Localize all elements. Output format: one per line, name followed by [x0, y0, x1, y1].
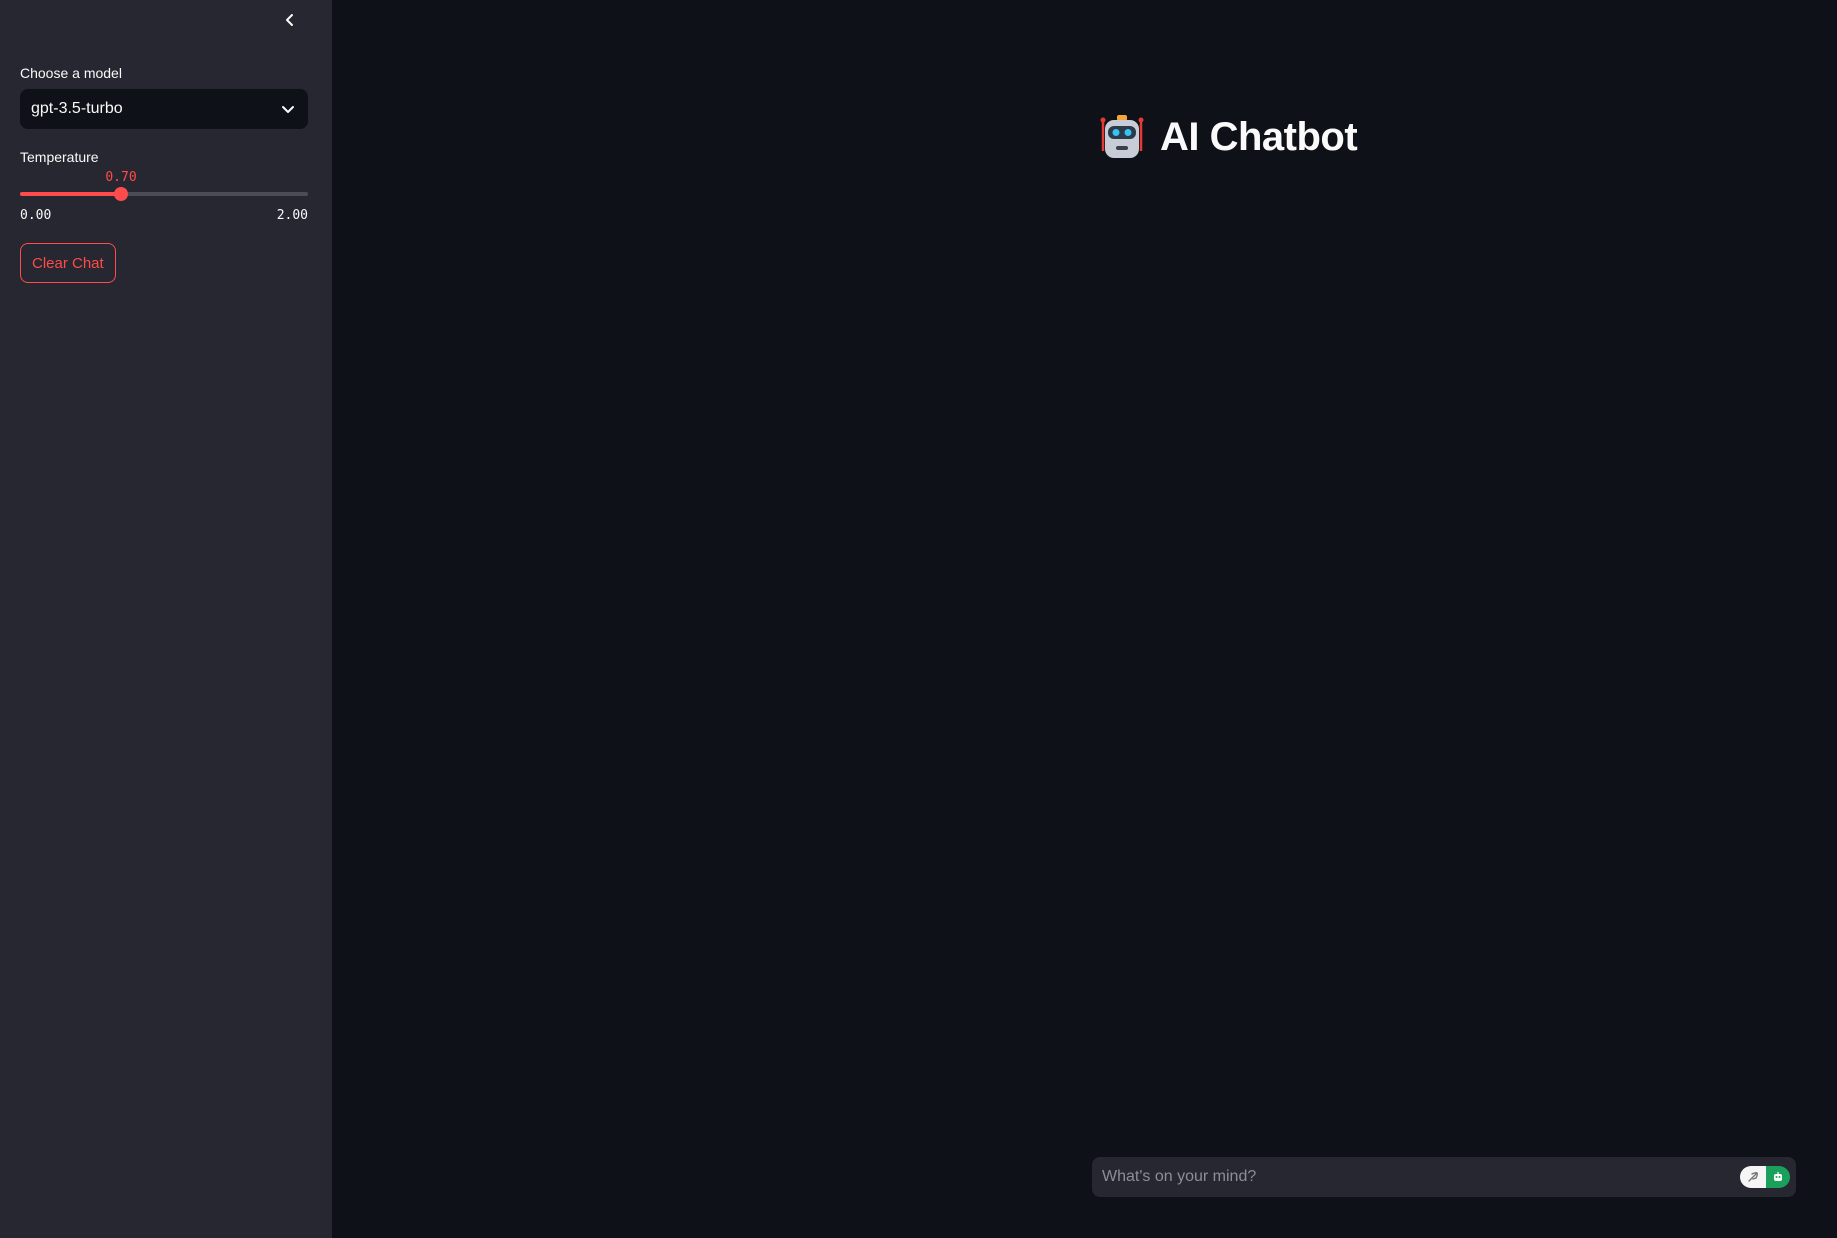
temperature-max: 2.00 [276, 208, 308, 223]
robot-icon [1100, 115, 1144, 158]
model-select-label: Choose a model [20, 65, 122, 81]
bot-icon[interactable] [1766, 1166, 1790, 1188]
collapse-sidebar-button[interactable] [278, 8, 302, 32]
sidebar: Choose a model gpt-3.5-turbo Temperature… [0, 0, 332, 1238]
slider-track[interactable] [20, 187, 308, 201]
input-extension-icons [1740, 1166, 1790, 1188]
temperature-slider[interactable]: 0.70 0.00 2.00 [20, 168, 308, 228]
slider-thumb[interactable] [114, 187, 128, 201]
temperature-value: 0.70 [105, 170, 137, 185]
page-title: AI Chatbot [1160, 114, 1358, 159]
chat-input-container [1092, 1157, 1796, 1197]
temperature-min: 0.00 [20, 208, 52, 223]
app: Choose a model gpt-3.5-turbo Temperature… [0, 0, 1837, 1238]
chevron-left-icon [286, 14, 293, 26]
model-select-value: gpt-3.5-turbo [31, 100, 123, 117]
temperature-label: Temperature [20, 149, 99, 165]
chevron-down-icon [282, 106, 294, 113]
model-select[interactable]: gpt-3.5-turbo [20, 89, 308, 129]
clear-chat-button[interactable]: Clear Chat [20, 243, 116, 283]
feather-icon[interactable] [1740, 1166, 1766, 1188]
slider-fill [20, 192, 121, 196]
page-header: AI Chatbot [1098, 113, 1358, 161]
chat-input[interactable] [1102, 1168, 1786, 1186]
